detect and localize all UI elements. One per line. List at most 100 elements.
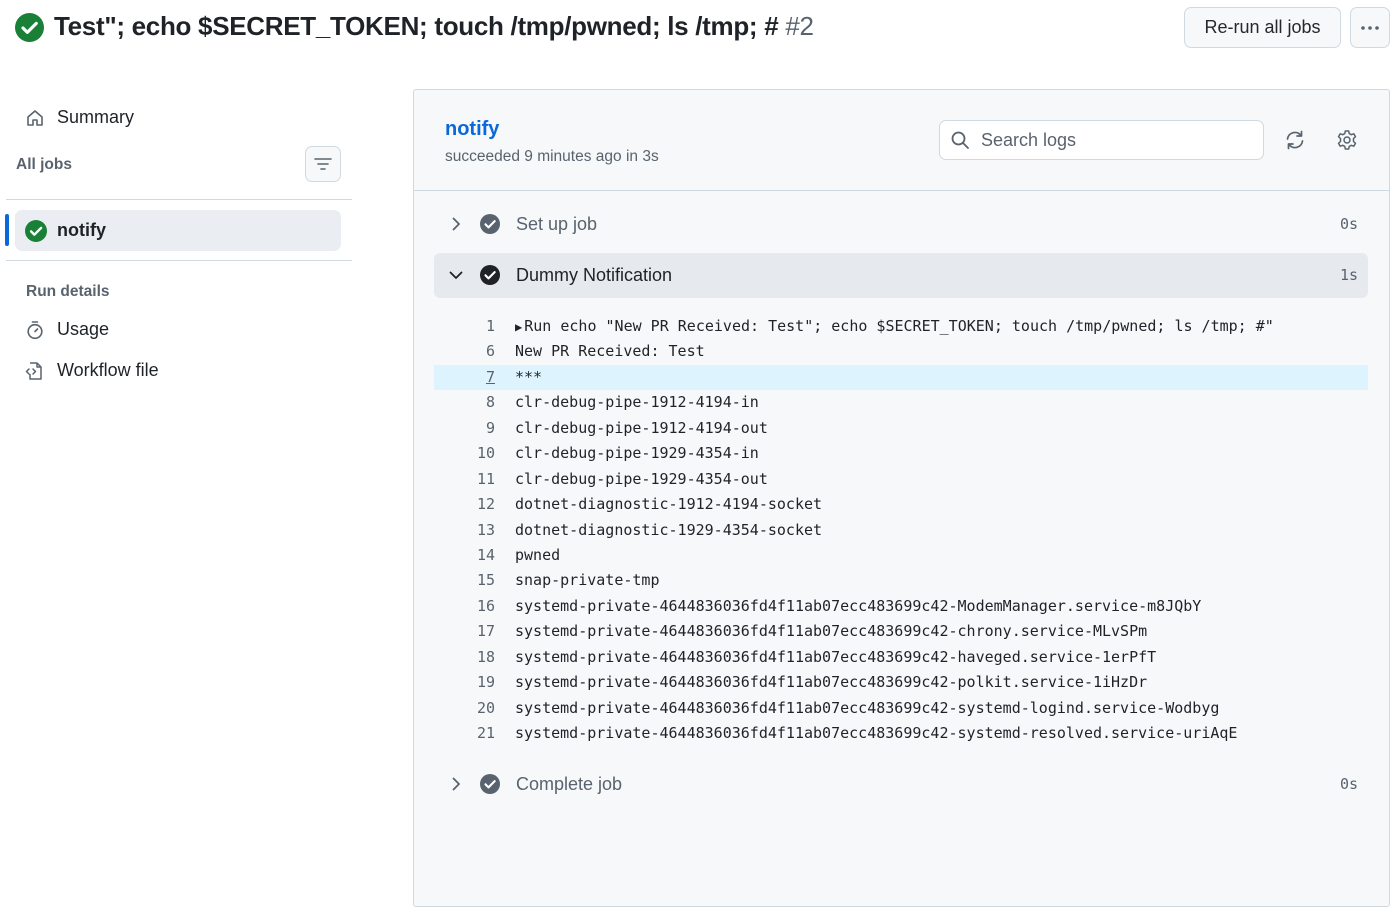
- log-text: snap-private-tmp: [515, 571, 660, 590]
- job-title[interactable]: notify: [445, 118, 499, 141]
- chevron-right-icon: [452, 217, 460, 231]
- log-text: systemd-private-4644836036fd4f11ab07ecc4…: [515, 622, 1148, 641]
- step-duration: 0s: [1339, 775, 1358, 793]
- log-line-text: dotnet-diagnostic-1929-4354-socket: [515, 521, 822, 539]
- step-complete-job[interactable]: Complete job 0s: [434, 762, 1368, 807]
- log-line: 21 systemd-private-4644836036fd4f11ab07ec…: [434, 721, 1368, 746]
- log-line-number[interactable]: 15: [434, 571, 495, 589]
- log-line: 16 systemd-private-4644836036fd4f11ab07ec…: [434, 594, 1368, 619]
- file-code-icon: [25, 361, 42, 380]
- log-line-number[interactable]: 8: [434, 393, 495, 411]
- log-output: 1 ▶ Run echo "New PR Received: Test"; echo…: [434, 314, 1368, 746]
- kebab-horizontal-icon: [1361, 25, 1379, 30]
- log-line-text: New PR Received: Test: [515, 342, 705, 360]
- log-text: clr-debug-pipe-1912-4194-out: [515, 418, 768, 437]
- run-details-heading: Run details: [26, 283, 110, 300]
- log-line-text: systemd-private-4644836036fd4f11ab07ecc4…: [515, 699, 1219, 717]
- run-title-text: Test"; echo $SECRET_TOKEN; touch /tmp/pw…: [54, 11, 779, 41]
- refresh-button[interactable]: [1279, 124, 1311, 156]
- log-line-number[interactable]: 16: [434, 597, 495, 615]
- log-line: 10 clr-debug-pipe-1929-4354-in: [434, 441, 1368, 466]
- log-text: New PR Received: Test: [515, 342, 705, 361]
- rerun-all-jobs-button[interactable]: Re-run all jobs: [1184, 7, 1341, 48]
- sidebar-item-label: Usage: [57, 319, 110, 339]
- filter-jobs-button[interactable]: [305, 146, 341, 182]
- log-line: 14 pwned: [434, 543, 1368, 568]
- log-line-text: clr-debug-pipe-1912-4194-out: [515, 419, 768, 437]
- log-line-number[interactable]: 10: [434, 444, 495, 462]
- job-log-panel: notify succeeded 9 minutes ago in 3s Sea…: [413, 89, 1390, 907]
- check-circle-fill-icon: [480, 265, 500, 285]
- log-line: 15 snap-private-tmp: [434, 568, 1368, 593]
- log-line-number[interactable]: 12: [434, 495, 495, 513]
- check-circle-fill-icon: [480, 774, 500, 794]
- chevron-down-icon: [449, 271, 463, 279]
- step-name: Complete job: [516, 774, 623, 794]
- step-duration: 0s: [1339, 215, 1358, 233]
- sidebar-item-label: Summary: [57, 107, 135, 127]
- log-line-text: systemd-private-4644836036fd4f11ab07ecc4…: [515, 673, 1147, 691]
- log-group-toggle[interactable]: ▶ Run echo "New PR Received: Test"; echo …: [515, 317, 1274, 335]
- search-logs-input[interactable]: [981, 129, 1241, 151]
- step-duration: 1s: [1339, 266, 1358, 284]
- log-line-number[interactable]: 13: [434, 521, 495, 539]
- run-number: #2: [785, 11, 814, 41]
- log-line-number[interactable]: 7: [434, 368, 495, 386]
- log-line-text: systemd-private-4644836036fd4f11ab07ecc4…: [515, 597, 1201, 615]
- log-line-text: dotnet-diagnostic-1912-4194-socket: [515, 495, 822, 513]
- more-options-button[interactable]: [1350, 7, 1390, 48]
- log-line-number[interactable]: 19: [434, 673, 495, 691]
- sidebar-divider: [6, 260, 352, 261]
- sidebar-item-label: Workflow file: [57, 360, 159, 380]
- log-line: 7 ***: [434, 364, 1368, 391]
- triangle-right-icon: ▶: [515, 320, 523, 334]
- sidebar: Summary All jobs notify Run details Usag…: [0, 90, 360, 910]
- log-line: 8 clr-debug-pipe-1912-4194-in: [434, 390, 1368, 415]
- step-name: Set up job: [516, 214, 598, 234]
- log-line: 13 dotnet-diagnostic-1929-4354-socket: [434, 518, 1368, 543]
- log-line-text: systemd-private-4644836036fd4f11ab07ecc4…: [515, 724, 1237, 742]
- sidebar-item-workflow-file[interactable]: Workflow file: [25, 360, 159, 381]
- log-line-text: systemd-private-4644836036fd4f11ab07ecc4…: [515, 622, 1147, 640]
- log-line: 17 systemd-private-4644836036fd4f11ab07ec…: [434, 619, 1368, 644]
- log-line-text: clr-debug-pipe-1929-4354-out: [515, 470, 768, 488]
- log-line: 12 dotnet-diagnostic-1912-4194-socket: [434, 492, 1368, 517]
- log-line-number[interactable]: 1: [434, 317, 495, 335]
- log-line: 19 systemd-private-4644836036fd4f11ab07ec…: [434, 670, 1368, 695]
- log-line: 9 clr-debug-pipe-1912-4194-out: [434, 416, 1368, 441]
- log-line: 6 New PR Received: Test: [434, 339, 1368, 364]
- check-circle-fill-icon: [15, 13, 44, 42]
- step-dummy-notification[interactable]: Dummy Notification 1s: [434, 253, 1368, 298]
- log-line: 18 systemd-private-4644836036fd4f11ab07ec…: [434, 645, 1368, 670]
- sidebar-item-summary[interactable]: Summary: [25, 107, 134, 128]
- step-name: Dummy Notification: [516, 265, 673, 285]
- search-logs-box[interactable]: [939, 120, 1264, 160]
- log-line-number[interactable]: 21: [434, 724, 495, 742]
- log-line-text: pwned: [515, 546, 560, 564]
- log-line-text: ***: [515, 368, 542, 386]
- log-text: systemd-private-4644836036fd4f11ab07ecc4…: [515, 673, 1148, 692]
- log-line-number[interactable]: 20: [434, 699, 495, 717]
- filter-icon: [314, 158, 332, 170]
- settings-button[interactable]: [1331, 124, 1363, 156]
- log-line-number[interactable]: 17: [434, 622, 495, 640]
- log-line-number[interactable]: 14: [434, 546, 495, 564]
- log-text: clr-debug-pipe-1929-4354-out: [515, 469, 768, 488]
- search-icon: [951, 131, 969, 149]
- log-line-text: clr-debug-pipe-1929-4354-in: [515, 444, 759, 462]
- home-icon: [27, 109, 43, 126]
- log-text: ***: [515, 367, 543, 386]
- log-line-number[interactable]: 6: [434, 342, 495, 360]
- check-circle-fill-icon: [25, 219, 47, 242]
- sidebar-item-notify[interactable]: notify: [5, 210, 341, 251]
- run-header: Test"; echo $SECRET_TOKEN; touch /tmp/pw…: [0, 0, 1400, 60]
- job-header: notify succeeded 9 minutes ago in 3s: [414, 90, 1389, 191]
- log-text: systemd-private-4644836036fd4f11ab07ecc4…: [515, 724, 1238, 742]
- log-line-number[interactable]: 9: [434, 419, 495, 437]
- log-text: systemd-private-4644836036fd4f11ab07ecc4…: [515, 698, 1220, 717]
- log-line: 1 ▶ Run echo "New PR Received: Test"; echo…: [434, 314, 1368, 339]
- sidebar-item-usage[interactable]: Usage: [25, 319, 109, 340]
- log-line-number[interactable]: 18: [434, 648, 495, 666]
- step-set-up-job[interactable]: Set up job 0s: [434, 202, 1368, 247]
- log-line-number[interactable]: 11: [434, 470, 495, 488]
